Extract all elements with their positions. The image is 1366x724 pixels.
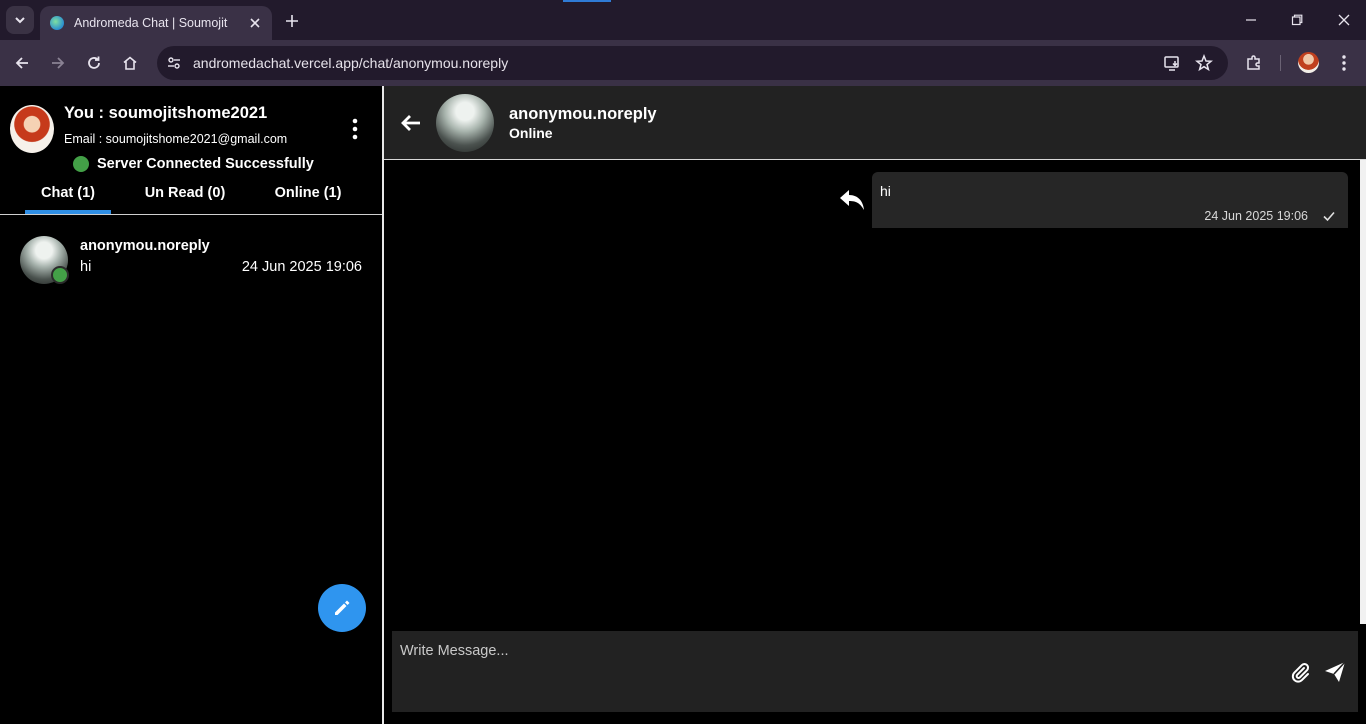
chat-item-time: 24 Jun 2025 19:06 [241,259,362,275]
tab-search-button[interactable] [6,6,34,34]
chat-item-last-message: hi [80,259,92,275]
messages-scrollbar[interactable] [1360,160,1366,624]
back-button[interactable] [398,110,424,136]
tab-online[interactable]: Online (1) [258,184,358,215]
reply-button[interactable] [838,187,866,213]
tabstrip-accent [563,0,611,2]
arrow-left-icon [401,115,420,131]
restore-button[interactable] [1285,8,1309,32]
reload-icon [88,56,100,69]
user-avatar[interactable] [10,105,54,153]
browser-tab[interactable]: Andromeda Chat | Soumojit [40,6,272,40]
message-bubble[interactable]: hi 24 Jun 2025 19:06 [872,172,1348,228]
send-icon [1325,661,1346,682]
chat-list-item[interactable]: anonymou.noreply hi 24 Jun 2025 19:06 [0,226,382,294]
status-dot-icon [73,156,89,172]
bookmark-button[interactable] [1194,53,1214,73]
tabs-divider [0,214,382,215]
chat-item-name: anonymou.noreply [80,238,210,254]
pencil-icon [335,600,350,615]
home-button[interactable] [118,51,142,75]
more-vertical-icon [352,118,358,140]
server-status: Server Connected Successfully [73,156,314,172]
reply-icon [840,190,864,210]
arrow-right-icon [52,57,65,69]
chat-sidebar: You : soumojitshome2021 Email : soumojit… [0,86,382,724]
globe-favicon-icon [50,16,64,30]
message-time: 24 Jun 2025 19:06 [1204,209,1308,223]
new-tab-button[interactable] [280,9,304,33]
browser-menu-button[interactable] [1332,51,1356,75]
minimize-icon [1246,19,1256,21]
puzzle-icon [1247,55,1260,70]
message-input[interactable] [392,631,1272,671]
user-email: Email : soumojitshome2021@gmail.com [64,132,288,146]
more-vertical-icon [1342,55,1346,71]
server-status-text: Server Connected Successfully [97,156,314,172]
url-text[interactable]: andromedachat.vercel.app/chat/anonymou.n… [193,55,508,71]
profile-avatar[interactable] [1298,52,1319,73]
new-chat-button[interactable] [318,584,366,632]
user-title: You : soumojitshome2021 [64,104,268,122]
close-icon [1338,14,1350,26]
paperclip-icon [1291,663,1310,683]
tab-title: Andromeda Chat | Soumojit [74,16,228,30]
reload-button[interactable] [82,51,106,75]
address-bar[interactable]: andromedachat.vercel.app/chat/anonymou.n… [157,46,1228,80]
browser-toolbar: andromedachat.vercel.app/chat/anonymou.n… [0,40,1366,86]
send-button[interactable] [1322,659,1348,685]
forward-nav-button[interactable] [46,51,70,75]
message-composer [392,631,1358,712]
check-icon [1322,209,1336,223]
sidebar-menu-button[interactable] [344,116,366,142]
browser-tabstrip: Andromeda Chat | Soumojit [0,0,1366,40]
site-info-button[interactable] [165,54,183,72]
minimize-button[interactable] [1239,8,1263,32]
contact-status: Online [509,125,553,141]
tune-icon [168,57,180,69]
plus-icon [286,15,298,27]
install-icon [1164,56,1179,71]
chevron-down-icon [15,17,25,24]
window-close-button[interactable] [1332,8,1356,32]
close-icon [250,18,260,28]
tab-close-button[interactable] [246,14,264,32]
contact-avatar[interactable] [436,94,494,152]
attach-button[interactable] [1288,660,1312,684]
chat-header: anonymou.noreply Online [384,86,1366,159]
install-app-button[interactable] [1162,53,1182,73]
online-indicator-icon [51,266,69,284]
star-icon [1195,54,1213,72]
message-text: hi [880,183,891,199]
restore-icon [1291,14,1303,26]
contact-name: anonymou.noreply [509,105,657,123]
tab-unread[interactable]: Un Read (0) [128,184,242,215]
toolbar-separator [1280,55,1281,71]
arrow-left-icon [15,57,28,69]
extensions-button[interactable] [1242,51,1266,75]
message-list[interactable]: hi 24 Jun 2025 19:06 [384,160,1360,626]
back-nav-button[interactable] [10,51,34,75]
home-icon [123,56,137,70]
